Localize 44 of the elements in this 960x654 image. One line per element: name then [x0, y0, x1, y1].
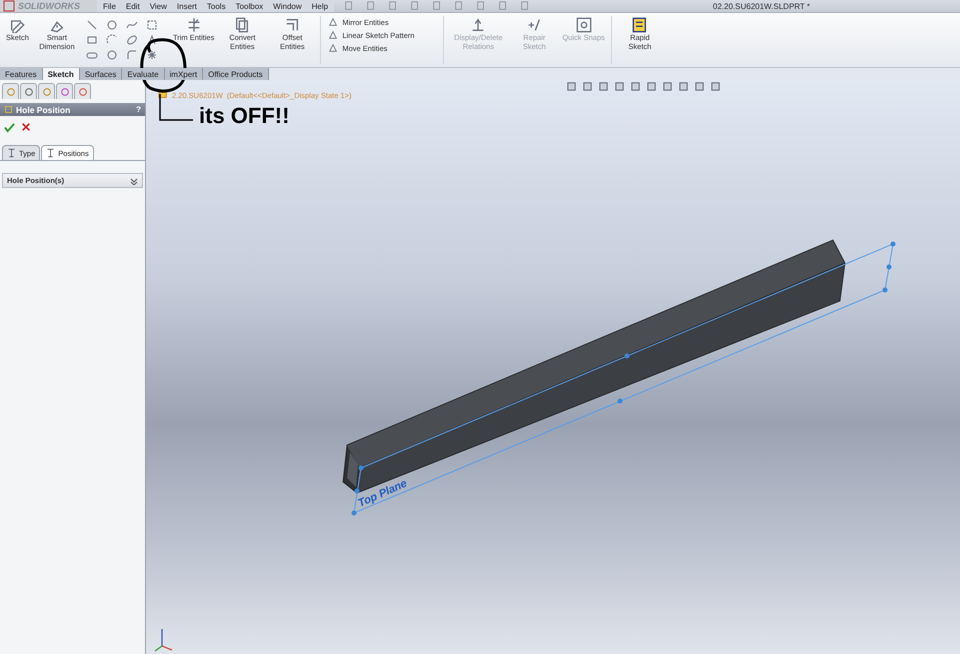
menu-item[interactable]: Toolbox	[236, 2, 264, 10]
ellipse-icon[interactable]	[126, 34, 138, 46]
command-tab[interactable]: Evaluate	[122, 68, 165, 80]
menu-item[interactable]: Insert	[176, 2, 197, 10]
menu-item[interactable]: Window	[273, 2, 302, 10]
cancel-icon[interactable]	[21, 122, 31, 132]
logo-icon[interactable]	[3, 0, 15, 12]
circle-icon[interactable]	[106, 18, 118, 30]
panel-tab[interactable]	[74, 83, 91, 99]
help-button[interactable]: ?	[136, 105, 141, 114]
command-tab[interactable]: Features	[0, 68, 43, 80]
part-icon[interactable]	[158, 90, 168, 100]
panel-tab[interactable]	[2, 83, 19, 99]
panel-tab[interactable]	[38, 83, 55, 99]
axis-triad	[154, 629, 172, 652]
command-tab[interactable]: Sketch	[42, 68, 80, 80]
circle-icon[interactable]	[106, 48, 118, 60]
chevron-icon	[130, 176, 138, 184]
menu-item[interactable]: Help	[312, 2, 328, 10]
command-tab[interactable]: Office Products	[203, 68, 269, 80]
menu-item[interactable]: File	[103, 2, 116, 10]
panel-tab[interactable]	[20, 83, 37, 99]
command-tab[interactable]: imXpert	[164, 68, 204, 80]
menu-item[interactable]: Edit	[126, 2, 140, 10]
arc-icon[interactable]	[106, 34, 118, 46]
fillet-icon[interactable]	[126, 48, 138, 60]
rapid-sketch-icon[interactable]	[632, 17, 648, 33]
document-title: 02.20.SU6201W.SLDPRT *	[712, 2, 810, 10]
annotation-text: its OFF!!	[199, 103, 290, 129]
offset-icon[interactable]	[284, 17, 300, 33]
menu-item[interactable]: View	[150, 2, 167, 10]
ok-icon[interactable]	[4, 122, 15, 133]
rectangle-icon[interactable]	[86, 34, 98, 46]
convert-icon[interactable]	[234, 17, 250, 33]
menu-item[interactable]: Tools	[206, 2, 226, 10]
panel-tab[interactable]	[56, 83, 73, 99]
command-tab[interactable]: Surfaces	[80, 68, 122, 80]
plane-label: Top Plane	[356, 478, 409, 510]
line-icon[interactable]	[86, 18, 98, 30]
grid-icon[interactable]	[146, 18, 158, 30]
app-name: SOLIDWORKS	[18, 1, 80, 11]
panel-title: Hole Position	[16, 104, 70, 114]
trim-icon[interactable]	[186, 17, 202, 33]
point-icon[interactable]	[146, 48, 158, 60]
